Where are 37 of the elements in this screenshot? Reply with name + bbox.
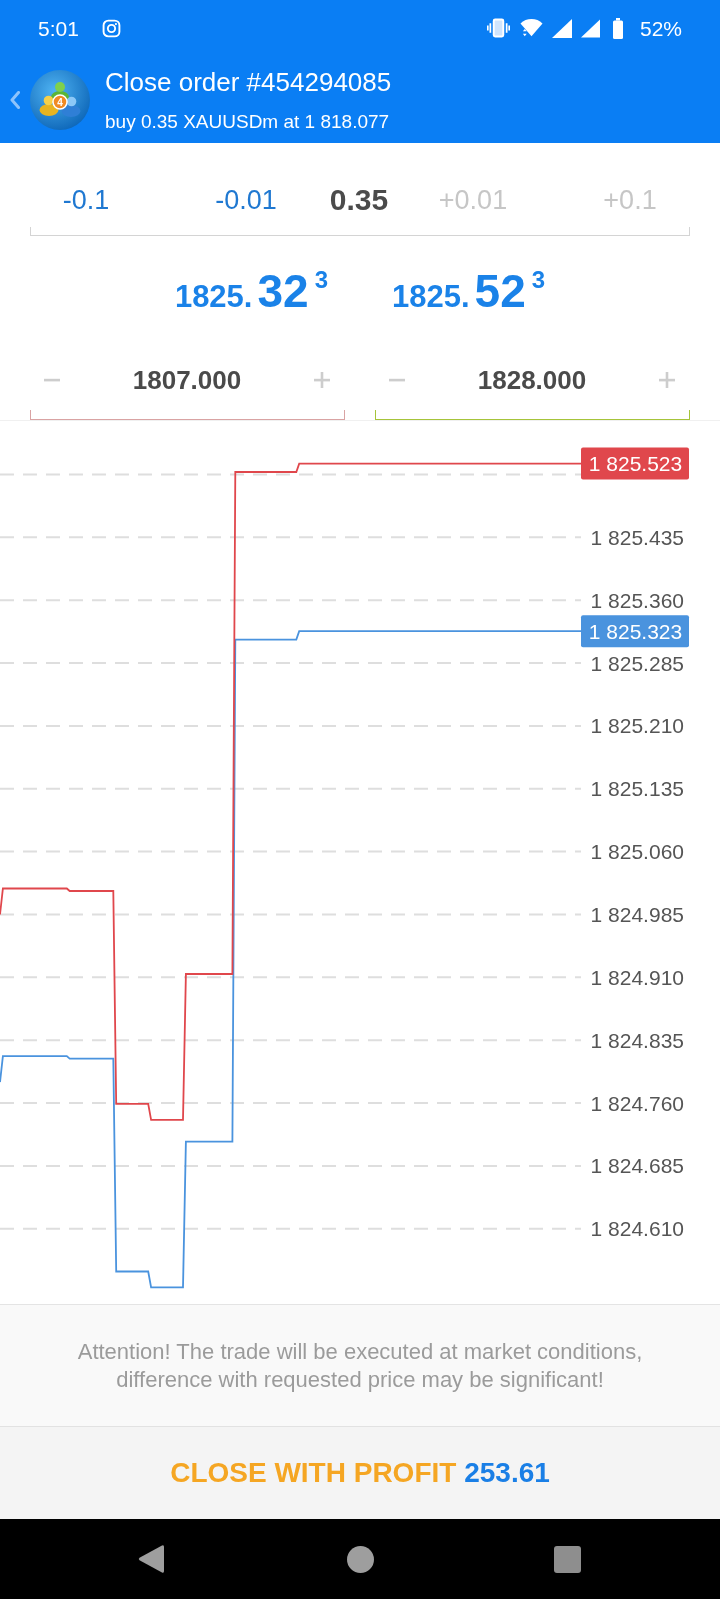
status-time: 5:01 <box>38 17 79 39</box>
axis-label: 1 825.060 <box>590 840 684 864</box>
notice-text: Attention! The trade will be executed at market conditions, difference with requested price may be significant! <box>76 1337 644 1394</box>
order-subtitle: buy 0.35 XAUUSDm at 1 818.077 <box>105 109 391 134</box>
plus-icon <box>314 372 330 388</box>
axis-label: 1 825.360 <box>590 588 684 612</box>
axis-label: 1 824.610 <box>590 1217 684 1241</box>
vibrate-icon <box>486 18 510 38</box>
price-input[interactable]: 1807.000 <box>66 362 308 398</box>
back-icon[interactable] <box>138 1544 164 1574</box>
axis-label: 1 824.910 <box>590 965 684 989</box>
volume-value: 0.35 <box>328 185 390 215</box>
price-tag: 1 825.523 <box>581 447 689 480</box>
axis-label: 1 824.685 <box>590 1154 684 1178</box>
recents-icon[interactable] <box>554 1545 581 1573</box>
axis-label: 1 825.435 <box>590 525 684 549</box>
axis-label: 1 824.835 <box>590 1028 684 1052</box>
home-icon[interactable] <box>347 1545 374 1573</box>
battery-percent: 52% <box>639 17 682 39</box>
close-button[interactable]: CLOSE WITH PROFIT 253.61 <box>0 1426 720 1519</box>
axis-label: 1 825.210 <box>590 714 684 738</box>
axis-label: 1 825.285 <box>590 651 684 675</box>
order-title: Close order #454294085 <box>105 65 392 99</box>
axis-label: 1 824.760 <box>590 1091 684 1115</box>
price-input[interactable]: 1828.000 <box>411 362 653 398</box>
wifi-icon <box>519 18 543 38</box>
axis-label: 1 825.135 <box>590 777 684 801</box>
signal-icon <box>551 18 572 38</box>
app-logo: 4 <box>30 69 90 130</box>
axis-label: 1 824.985 <box>590 903 684 926</box>
camera-icon <box>101 18 121 38</box>
battery-icon <box>612 17 623 39</box>
volume-step-button[interactable]: -0.1 <box>48 180 124 220</box>
signal-icon <box>580 18 600 38</box>
volume-step-button[interactable]: -0.01 <box>208 180 284 220</box>
plus-icon <box>659 372 675 388</box>
price-tag: 1 825.323 <box>581 615 689 648</box>
